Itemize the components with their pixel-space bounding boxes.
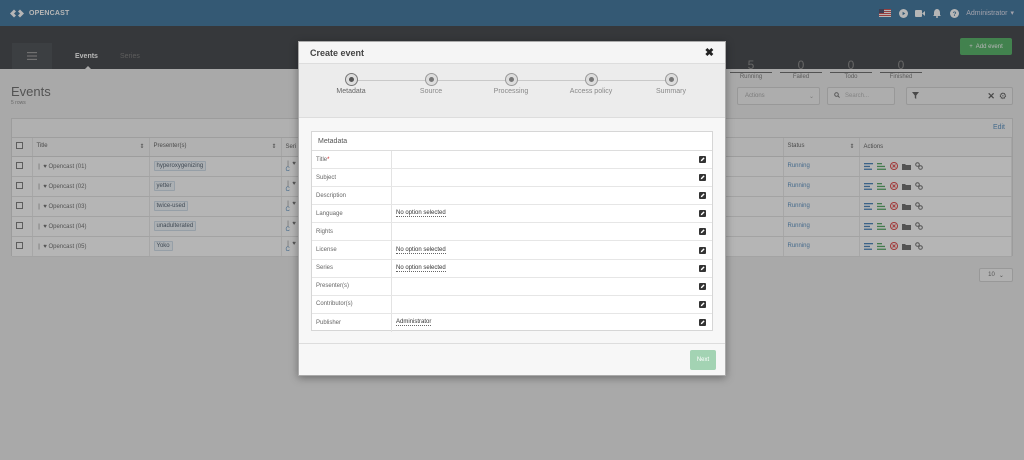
field-label: Description: [316, 192, 347, 199]
field-value-cell[interactable]: [392, 169, 712, 186]
next-button[interactable]: Next: [690, 350, 716, 370]
field-value: No option selected: [396, 210, 446, 218]
edit-icon[interactable]: [699, 174, 706, 182]
create-event-modal: Create event ✖ Metadata Source Processin…: [298, 41, 726, 376]
field-value-cell[interactable]: [392, 187, 712, 204]
field-value-cell[interactable]: No option selected: [392, 241, 712, 258]
step-processing[interactable]: Processing: [471, 73, 551, 95]
field-label: License: [316, 247, 337, 254]
metadata-section-title: Metadata: [312, 132, 712, 151]
edit-icon[interactable]: [699, 246, 706, 254]
field-label: Contributor(s): [316, 301, 353, 308]
metadata-field-row[interactable]: Language No option selected: [312, 205, 712, 224]
field-value: Administrator: [396, 319, 432, 327]
field-label: Title: [316, 156, 328, 163]
step-metadata[interactable]: Metadata: [311, 73, 391, 95]
modal-footer: Next: [299, 343, 725, 375]
metadata-field-row[interactable]: License No option selected: [312, 241, 712, 260]
modal-title: Create event: [310, 47, 365, 58]
metadata-field-row[interactable]: Title *: [312, 151, 712, 170]
edit-icon[interactable]: [699, 264, 706, 272]
edit-icon[interactable]: [699, 319, 706, 327]
field-label: Rights: [316, 228, 334, 235]
step-source[interactable]: Source: [391, 73, 471, 95]
metadata-form: Metadata Title * Subject Description Languag…: [311, 131, 713, 332]
close-icon[interactable]: ✖: [705, 46, 714, 59]
metadata-field-row[interactable]: Rights: [312, 223, 712, 242]
field-value-cell[interactable]: No option selected: [392, 260, 712, 277]
edit-icon[interactable]: [699, 156, 706, 164]
step-dot-icon: [344, 73, 358, 86]
metadata-field-row[interactable]: Publisher Administrator: [312, 313, 712, 332]
field-value-cell[interactable]: No option selected: [392, 205, 712, 222]
step-dot-icon: [424, 73, 438, 86]
edit-icon[interactable]: [699, 192, 706, 200]
field-label: Series: [316, 265, 334, 272]
field-value-cell[interactable]: [392, 296, 712, 313]
field-value: No option selected: [396, 246, 446, 254]
metadata-field-row[interactable]: Presenter(s): [312, 277, 712, 296]
field-value: No option selected: [396, 264, 446, 272]
wizard-steps: Metadata Source Processing Access policy…: [299, 64, 725, 118]
field-label: Publisher: [316, 319, 342, 326]
metadata-field-row[interactable]: Contributor(s): [312, 295, 712, 314]
metadata-field-row[interactable]: Series No option selected: [312, 259, 712, 278]
edit-icon[interactable]: [699, 228, 706, 236]
edit-icon[interactable]: [699, 210, 706, 218]
field-value-cell[interactable]: [392, 278, 712, 295]
step-dot-icon: [504, 73, 518, 86]
modal-header: Create event ✖: [299, 42, 725, 64]
metadata-field-row[interactable]: Subject: [312, 169, 712, 188]
field-value-cell[interactable]: Administrator: [392, 314, 712, 332]
metadata-field-row[interactable]: Description: [312, 187, 712, 206]
edit-icon[interactable]: [699, 300, 706, 308]
field-value-cell[interactable]: [392, 151, 712, 168]
field-label: Subject: [316, 174, 337, 181]
step-access-policy[interactable]: Access policy: [551, 73, 631, 95]
step-dot-icon: [664, 73, 678, 86]
field-label: Language: [316, 210, 343, 217]
field-label: Presenter(s): [316, 283, 350, 290]
required-marker: *: [327, 156, 330, 163]
step-dot-icon: [584, 73, 598, 86]
field-value-cell[interactable]: [392, 223, 712, 240]
edit-icon[interactable]: [699, 282, 706, 290]
step-summary[interactable]: Summary: [631, 73, 711, 95]
